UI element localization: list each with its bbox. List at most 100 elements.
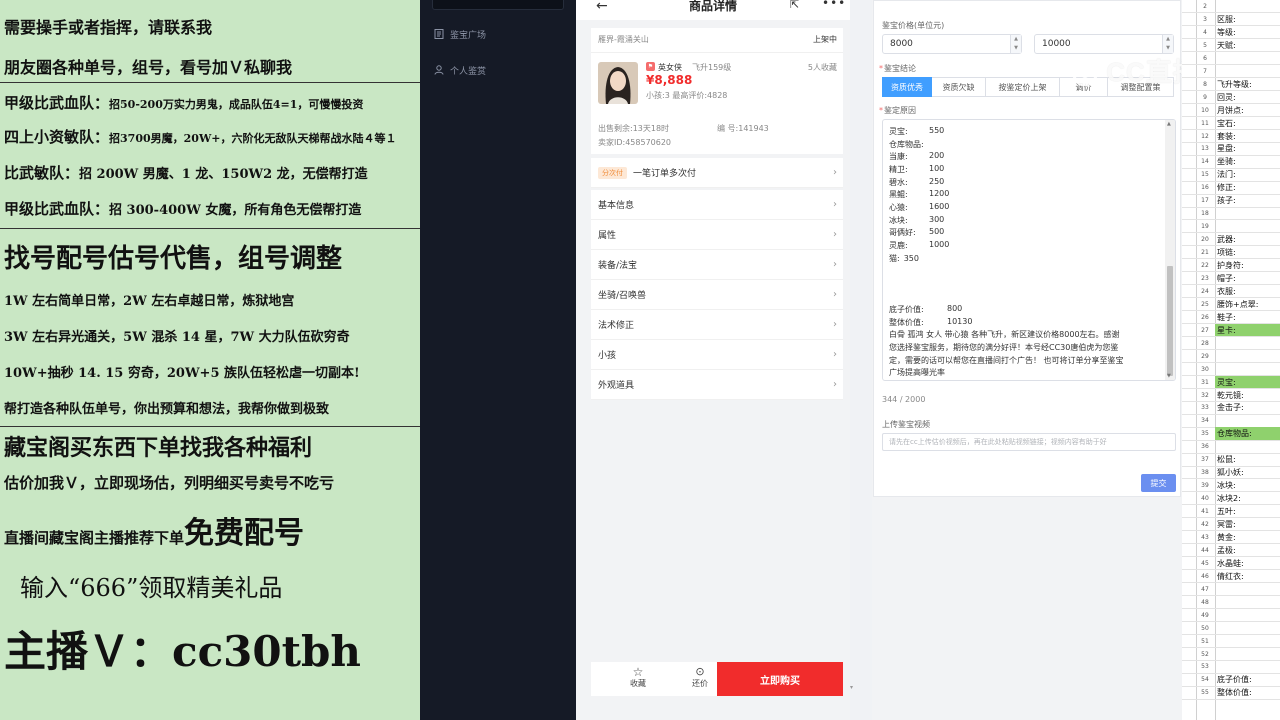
sheet-row[interactable]: 21 项链: <box>1182 246 1280 260</box>
scroll-down-icon[interactable]: ▼ <box>1167 373 1171 379</box>
price-max-input[interactable]: 10000 ▲ ▼ <box>1034 34 1174 54</box>
sheet-row[interactable]: 36 <box>1182 440 1280 454</box>
menu-appearance[interactable]: 外观道具 › <box>591 370 843 400</box>
sheet-row[interactable]: 6 <box>1182 52 1280 66</box>
sheet-row[interactable]: 17 孩子: <box>1182 194 1280 208</box>
menu-children[interactable]: 小孩 › <box>591 340 843 370</box>
sheet-row[interactable]: 51 <box>1182 635 1280 648</box>
sidebar-item-personal[interactable]: 个人鉴赏 <box>434 61 486 79</box>
tab-excellent[interactable]: 资质优秀 <box>882 77 932 97</box>
sheet-row[interactable]: 40 冰块2: <box>1182 492 1280 506</box>
reason-value: 550 <box>929 126 945 135</box>
sheet-row[interactable]: 19 <box>1182 220 1280 234</box>
sheet-row[interactable]: 24 衣服: <box>1182 285 1280 299</box>
scrollbar-thumb[interactable] <box>1167 266 1173 376</box>
buy-now-button[interactable]: 立即购买 <box>717 662 843 696</box>
sheet-row[interactable]: 47 <box>1182 583 1280 597</box>
video-link-input[interactable]: 请先在cc上传估价视频后，再在此处粘贴视频链接；视频内容有助于好 <box>882 433 1176 451</box>
sheet-row[interactable]: 50 <box>1182 622 1280 635</box>
sheet-row[interactable]: 7 <box>1182 65 1280 79</box>
sheet-row[interactable]: 35 仓库物品: <box>1182 427 1280 441</box>
sheet-row[interactable]: 39 冰块: <box>1182 479 1280 493</box>
stepper-icon[interactable]: ▲ ▼ <box>1010 35 1021 53</box>
share-icon[interactable]: ⇱ <box>790 0 799 11</box>
sheet-row[interactable]: 14 坐骑: <box>1182 155 1280 169</box>
scroll-up-icon[interactable]: ▲ <box>1167 121 1171 127</box>
sheet-row[interactable]: 8 飞升等级: <box>1182 78 1280 91</box>
sheet-row[interactable]: 53 <box>1182 660 1280 674</box>
sheet-row[interactable]: 5 天赋: <box>1182 39 1280 53</box>
sheet-row[interactable]: 38 狐小妖: <box>1182 466 1280 480</box>
textarea-scrollbar[interactable]: ▲ ▼ <box>1165 120 1175 380</box>
stepper-icon[interactable]: ▲ ▼ <box>1162 35 1173 53</box>
installment-row[interactable]: 分次付 一笔订单多次付 › <box>591 158 843 188</box>
sheet-row[interactable]: 46 倩红衣: <box>1182 570 1280 584</box>
sheet-row[interactable]: 2 <box>1182 0 1280 14</box>
row-number: 3 <box>1203 15 1207 23</box>
bargain-icon: ⊙ <box>695 665 705 678</box>
sheet-row[interactable]: 25 腰饰+点翠: <box>1182 298 1280 312</box>
sheet-row[interactable]: 9 回灵: <box>1182 91 1280 104</box>
sheet-row[interactable]: 12 套装: <box>1182 130 1280 143</box>
reason-key: 精卫: <box>889 165 908 174</box>
sheet-row[interactable]: 55 整体价值: <box>1182 686 1280 700</box>
sheet-row[interactable]: 45 水晶蛙: <box>1182 557 1280 571</box>
sheet-row[interactable]: 30 <box>1182 363 1280 376</box>
sheet-row[interactable]: 4 等级: <box>1182 26 1280 40</box>
sheet-row[interactable]: 20 武器: <box>1182 233 1280 247</box>
cell-text: 冰块: <box>1217 481 1236 491</box>
sheet-row[interactable]: 15 法门: <box>1182 168 1280 182</box>
sheet-row[interactable]: 29 <box>1182 350 1280 363</box>
bargain-button[interactable]: ⊙ 还价 <box>680 666 720 689</box>
price-min-input[interactable]: 8000 ▲ ▼ <box>882 34 1022 54</box>
sheet-row[interactable]: 11 宝石: <box>1182 117 1280 130</box>
sheet-row[interactable]: 13 星盘: <box>1182 142 1280 156</box>
sheet-row[interactable]: 22 护身符: <box>1182 259 1280 273</box>
sheet-row[interactable]: 26 鞋子: <box>1182 311 1280 325</box>
sheet-row[interactable]: 43 黄金: <box>1182 531 1280 545</box>
reason-textarea[interactable]: 灵宝: 550 仓库物品: 当康: 200 精卫: 100 碧水: 250 黑鲲: 120… <box>882 119 1176 381</box>
sheet-row[interactable]: 52 <box>1182 648 1280 661</box>
reason-line: 灵鹿: 1000 <box>889 240 949 251</box>
sheet-row[interactable]: 31 灵宝: <box>1182 375 1280 389</box>
sheet-row[interactable]: 32 乾元镜: <box>1182 389 1280 402</box>
cell-text: 天赋: <box>1217 40 1236 50</box>
sheet-row[interactable]: 3 区服: <box>1182 13 1280 27</box>
sheet-row[interactable]: 16 修正: <box>1182 181 1280 195</box>
submit-button[interactable]: 提交 <box>1141 474 1176 492</box>
sheet-row[interactable]: 33 金击子: <box>1182 401 1280 415</box>
sheet-row[interactable]: 41 五叶: <box>1182 505 1280 519</box>
sheet-row[interactable]: 10 月饼点: <box>1182 104 1280 117</box>
menu-label: 小孩 <box>598 351 617 361</box>
sheet-row[interactable]: 34 <box>1182 414 1280 428</box>
sheet-row[interactable]: 44 孟极: <box>1182 544 1280 558</box>
sheet-row[interactable]: 18 <box>1182 207 1280 221</box>
menu-basic-info[interactable]: 基本信息 › <box>591 190 843 220</box>
sheet-row[interactable]: 48 <box>1182 596 1280 609</box>
tab-lacking[interactable]: 资质欠缺 <box>932 77 986 97</box>
reason-line: 心猿: 1600 <box>889 202 949 213</box>
sheet-row[interactable]: 49 <box>1182 609 1280 622</box>
sheet-row[interactable]: 23 帽子: <box>1182 272 1280 286</box>
menu-attributes[interactable]: 属性 › <box>591 220 843 250</box>
favorite-count: 5人收藏 <box>807 63 837 72</box>
row-number: 26 <box>1201 313 1209 321</box>
favorite-button[interactable]: ☆ 收藏 <box>618 666 658 689</box>
sheet-row[interactable]: 37 松鼠: <box>1182 453 1280 467</box>
more-icon[interactable]: ••• <box>822 0 846 10</box>
row-number: 41 <box>1201 508 1209 516</box>
menu-mounts[interactable]: 坐骑/召唤兽 › <box>591 280 843 310</box>
ad-line-team-3: 比武敏队：招 200W 男魔、1 龙、150W2 龙，无偿帮打造 <box>4 162 368 183</box>
reason-key: 灵鹿: <box>889 241 908 250</box>
reason-line: 整体价值: 10130 <box>889 317 972 328</box>
tab-list-at-price[interactable]: 按鉴定价上架 <box>986 77 1060 97</box>
sheet-row[interactable]: 27 星卡: <box>1182 323 1280 338</box>
sidebar-item-appraisal-square[interactable]: 鉴宝广场 <box>434 25 486 43</box>
menu-spell-correction[interactable]: 法术修正 › <box>591 310 843 340</box>
sheet-row[interactable]: 28 <box>1182 337 1280 350</box>
sheet-row[interactable]: 42 冥雷: <box>1182 518 1280 532</box>
menu-equipment[interactable]: 装备/法宝 › <box>591 250 843 280</box>
sheet-row[interactable]: 54 底子价值: <box>1182 673 1280 687</box>
row-number: 17 <box>1201 197 1209 205</box>
sidebar-item-label: 鉴宝广场 <box>450 30 487 41</box>
